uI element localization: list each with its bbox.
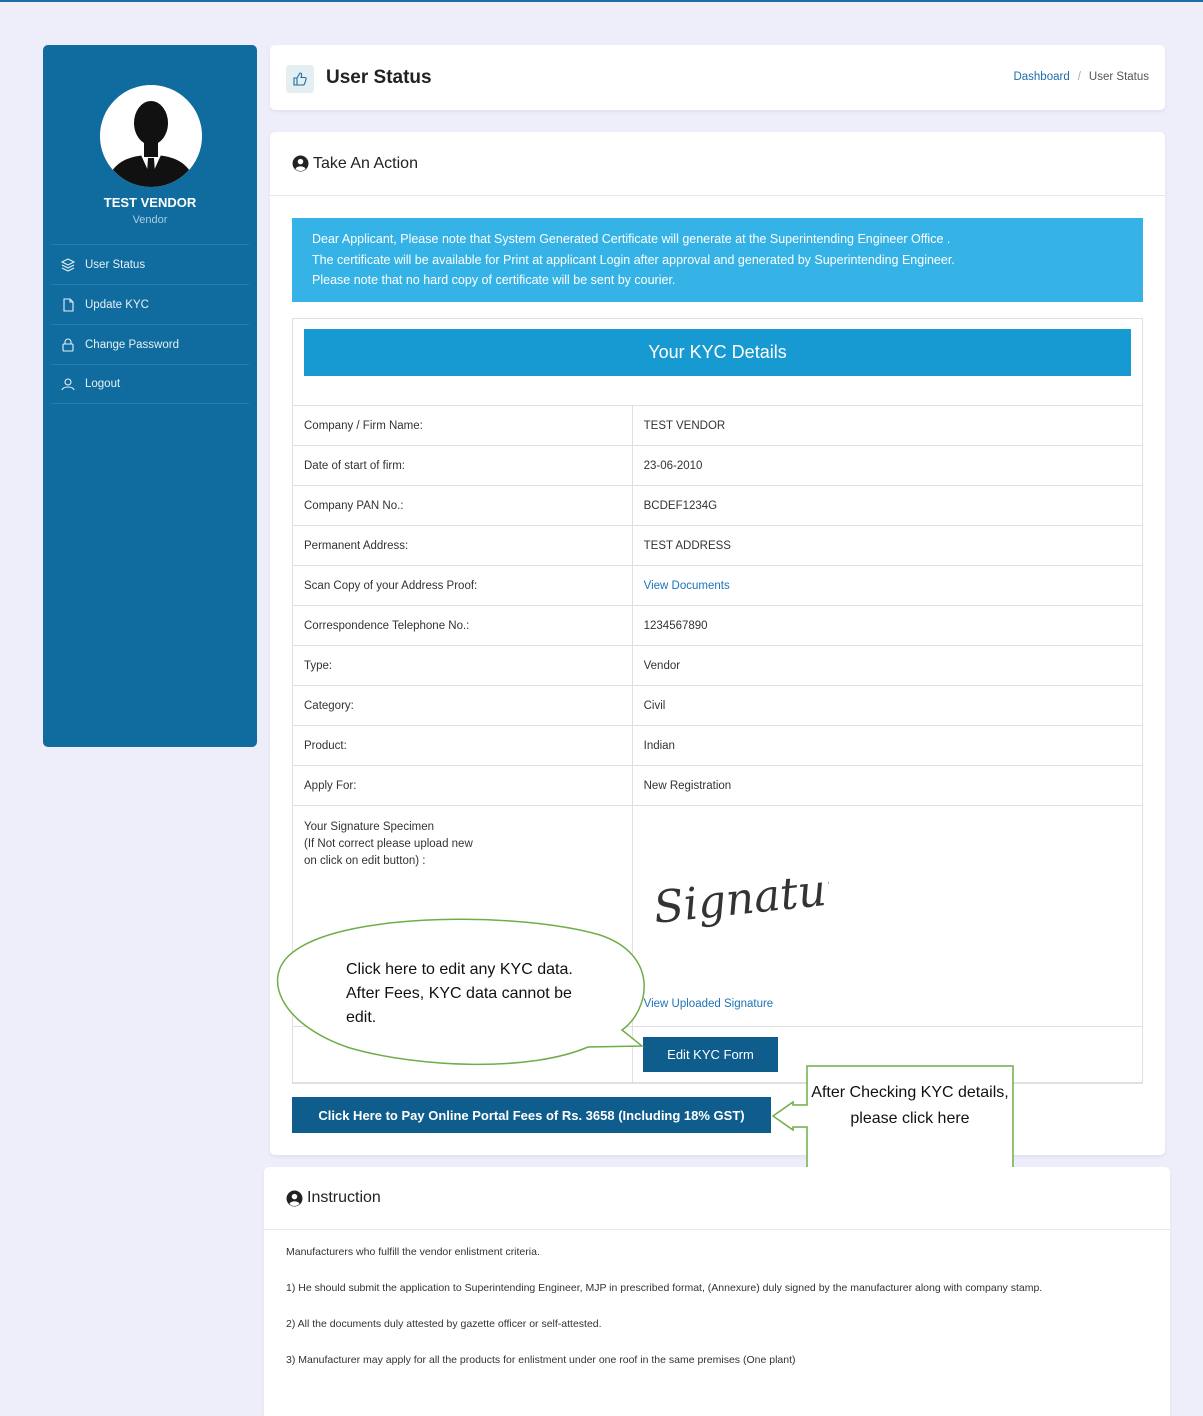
empty-cell [292, 1026, 633, 1084]
sidebar-item-change-password[interactable]: Change Password [51, 324, 249, 364]
page-header: User Status Dashboard / User Status [270, 45, 1165, 110]
action-card-title: Take An Action [313, 154, 418, 172]
notice-line: The certificate will be available for Pr… [312, 252, 955, 267]
user-circle-icon [286, 1190, 303, 1207]
row-label: Product: [292, 725, 633, 766]
list-item: 1) He should submit the application to S… [286, 1282, 1043, 1294]
layers-icon [60, 257, 76, 273]
table-row: Category: Civil [292, 685, 1144, 726]
row-label: Date of start of firm: [292, 445, 633, 486]
table-row: Company PAN No.: BCDEF1234G [292, 485, 1144, 526]
sidebar-item-update-kyc[interactable]: Update KYC [51, 284, 249, 324]
list-item: Manufacturers who fulfill the vendor enl… [286, 1246, 540, 1258]
breadcrumb-current: User Status [1088, 71, 1149, 83]
row-label: Scan Copy of your Address Proof: [292, 565, 633, 606]
sidebar-item-label: Update KYC [85, 298, 149, 311]
top-accent-line [0, 0, 1203, 2]
instruction-card-title: Instruction [307, 1189, 381, 1206]
row-value: View Documents [631, 565, 1144, 606]
row-label: Company / Firm Name: [292, 405, 633, 446]
row-value: BCDEF1234G [631, 485, 1144, 526]
table-row: Product: Indian [292, 725, 1144, 766]
avatar [100, 85, 202, 187]
breadcrumb-dashboard[interactable]: Dashboard [1013, 71, 1069, 83]
user-icon [60, 376, 76, 392]
user-role: Vendor [132, 214, 168, 226]
pay-fees-button[interactable]: Click Here to Pay Online Portal Fees of … [292, 1097, 771, 1133]
list-item: 3) Manufacturer may apply for all the pr… [286, 1354, 796, 1366]
row-value: 23-06-2010 [631, 445, 1144, 486]
table-row: Permanent Address: TEST ADDRESS [292, 525, 1144, 566]
lock-icon [60, 337, 76, 353]
table-row: Date of start of firm: 23-06-2010 [292, 445, 1144, 486]
signature-image: Signature [651, 860, 829, 934]
signature-image-text: Signature [651, 860, 829, 934]
breadcrumb: Dashboard / User Status [1013, 71, 1149, 83]
view-documents-link[interactable]: View Documents [644, 580, 730, 592]
thumbs-up-icon [286, 65, 314, 93]
row-value: New Registration [631, 765, 1144, 806]
notice-line: Please note that no hard copy of certifi… [312, 273, 676, 287]
row-value: Indian [631, 725, 1144, 766]
edit-callout-text: Click here to edit any KYC data. After F… [346, 961, 573, 1026]
row-value: TEST VENDOR [631, 405, 1144, 446]
sidebar-item-label: Logout [85, 378, 121, 390]
sidebar: TEST VENDOR Vendor User Status Update KY… [43, 45, 257, 747]
table-row: Correspondence Telephone No.: 1234567890 [292, 605, 1144, 646]
action-card-header: Take An Action [270, 132, 1165, 196]
sidebar-item-logout[interactable]: Logout [51, 364, 249, 404]
page-title: User Status [326, 67, 432, 88]
row-value: 1234567890 [631, 605, 1144, 646]
instruction-list: Manufacturers who fulfill the vendor enl… [264, 1230, 1170, 1366]
sidebar-item-label: Change Password [85, 338, 179, 351]
edit-kyc-button[interactable]: Edit KYC Form [643, 1037, 778, 1072]
breadcrumb-separator: / [1077, 71, 1081, 83]
row-label: Permanent Address: [292, 525, 633, 566]
row-value: Civil [631, 685, 1144, 726]
table-row: Scan Copy of your Address Proof: View Do… [292, 565, 1144, 606]
signature-cell: Signature View Uploaded Signature [631, 805, 1144, 1027]
notice-line: Dear Applicant, Please note that System … [312, 232, 951, 246]
file-icon [60, 297, 76, 313]
row-value: Vendor [631, 645, 1144, 686]
instruction-card-header: Instruction [264, 1167, 1170, 1230]
row-label: Category: [292, 685, 633, 726]
row-label: Correspondence Telephone No.: [292, 605, 633, 646]
table-row: Company / Firm Name: TEST VENDOR [292, 405, 1144, 446]
row-value: TEST ADDRESS [631, 525, 1144, 566]
pay-callout-text: After Checking KYC details, please click… [811, 1084, 1009, 1127]
instruction-card: Instruction Manufacturers who fulfill th… [264, 1167, 1170, 1416]
sidebar-item-label: User Status [85, 258, 146, 271]
sidebar-nav: User Status Update KYC Change Password L… [51, 244, 249, 404]
row-label: Company PAN No.: [292, 485, 633, 526]
user-circle-icon [292, 155, 309, 172]
table-row: Type: Vendor [292, 645, 1144, 686]
user-name: TEST VENDOR [103, 195, 197, 210]
list-item: 2) All the documents duly attested by ga… [286, 1318, 602, 1330]
view-uploaded-signature-link[interactable]: View Uploaded Signature [644, 998, 774, 1010]
signature-label: Your Signature Specimen (If Not correct … [304, 821, 473, 867]
notice-banner: Dear Applicant, Please note that System … [292, 218, 1143, 302]
table-row: Apply For: New Registration [292, 765, 1144, 806]
row-label: Type: [292, 645, 633, 686]
kyc-details-title: Your KYC Details [304, 329, 1131, 376]
row-label: Apply For: [292, 765, 633, 806]
sidebar-item-user-status[interactable]: User Status [51, 244, 249, 284]
